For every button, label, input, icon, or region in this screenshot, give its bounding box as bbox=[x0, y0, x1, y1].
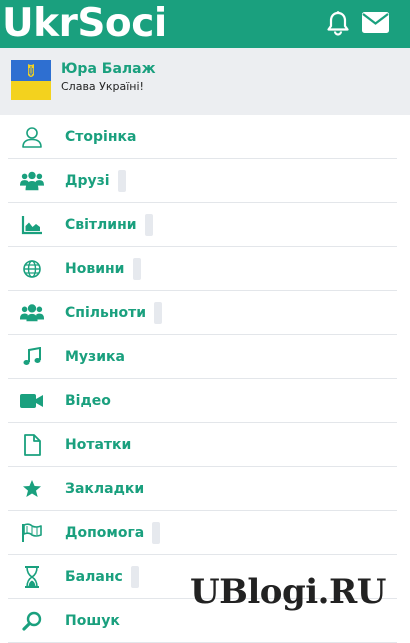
top-bar: UkrSoci bbox=[0, 0, 410, 48]
menu-item-label: Допомога bbox=[65, 525, 145, 541]
counter-badge bbox=[132, 258, 141, 280]
document-icon bbox=[20, 434, 44, 456]
site-logo[interactable]: UkrSoci bbox=[2, 2, 166, 46]
group-icon bbox=[20, 302, 44, 324]
profile-status: Слава Україні! bbox=[61, 80, 144, 93]
menu-item-label: Відео bbox=[65, 393, 111, 409]
profile-name[interactable]: Юра Балаж bbox=[61, 60, 156, 78]
hourglass-icon bbox=[20, 566, 44, 588]
avatar[interactable] bbox=[11, 60, 51, 100]
menu-item-label: Новини bbox=[65, 261, 125, 277]
menu-item-page[interactable]: Сторінка bbox=[8, 115, 397, 159]
menu-item-label: Друзі bbox=[65, 173, 110, 189]
menu-item-label: Спільноти bbox=[65, 305, 147, 321]
globe-icon bbox=[20, 258, 44, 280]
counter-badge bbox=[130, 566, 139, 588]
area-chart-icon bbox=[20, 214, 44, 236]
menu-item-help[interactable]: Допомога bbox=[8, 511, 397, 555]
counter-badge bbox=[154, 302, 163, 324]
menu-item-label: Баланс bbox=[65, 569, 123, 585]
menu-item-photos[interactable]: Світлини bbox=[8, 203, 397, 247]
profile-card[interactable]: Юра Балаж Слава Україні! bbox=[0, 48, 410, 115]
menu-item-communities[interactable]: Спільноти bbox=[8, 291, 397, 335]
star-icon bbox=[20, 478, 44, 500]
menu-item-label: Музика bbox=[65, 349, 125, 365]
menu-item-notes[interactable]: Нотатки bbox=[8, 423, 397, 467]
menu-item-video[interactable]: Відео bbox=[8, 379, 397, 423]
search-icon bbox=[20, 610, 44, 632]
counter-badge bbox=[117, 170, 126, 192]
flag-icon bbox=[20, 522, 44, 544]
menu-item-label: Нотатки bbox=[65, 437, 132, 453]
users-icon bbox=[20, 170, 44, 192]
menu-item-music[interactable]: Музика bbox=[8, 335, 397, 379]
video-camera-icon bbox=[20, 390, 44, 412]
main-menu: Сторінка Друзі Світлини Новини Спільноти… bbox=[8, 115, 397, 643]
envelope-icon[interactable] bbox=[362, 12, 389, 37]
bell-icon[interactable] bbox=[325, 10, 351, 40]
counter-badge bbox=[152, 522, 161, 544]
counter-badge bbox=[144, 214, 153, 236]
ukraine-flag-icon bbox=[11, 60, 51, 100]
watermark-text: UBlogi.RU bbox=[190, 572, 386, 612]
menu-item-label: Закладки bbox=[65, 481, 145, 497]
music-icon bbox=[20, 346, 44, 368]
menu-item-label: Пошук bbox=[65, 613, 120, 629]
menu-item-bookmarks[interactable]: Закладки bbox=[8, 467, 397, 511]
menu-item-label: Світлини bbox=[65, 217, 137, 233]
menu-item-label: Сторінка bbox=[65, 129, 137, 145]
user-icon bbox=[20, 126, 44, 148]
menu-item-news[interactable]: Новини bbox=[8, 247, 397, 291]
menu-item-friends[interactable]: Друзі bbox=[8, 159, 397, 203]
